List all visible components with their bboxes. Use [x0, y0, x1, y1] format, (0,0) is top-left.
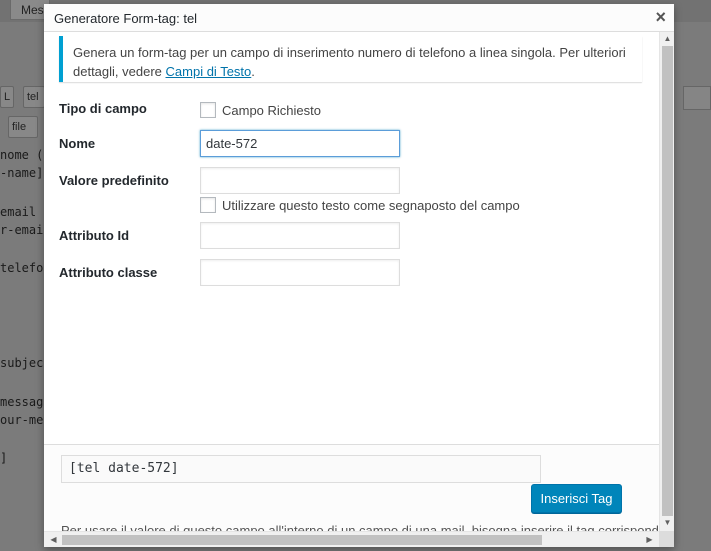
scroll-down-icon[interactable]: ▼: [660, 516, 675, 530]
name-input[interactable]: [200, 130, 400, 157]
close-icon[interactable]: ×: [655, 7, 666, 27]
dialog-title: Generatore Form-tag: tel: [54, 11, 198, 26]
background-code-line: subjec: [0, 356, 44, 370]
info-notice: Genera un form-tag per un campo di inser…: [59, 36, 642, 82]
background-tag-button: tel: [23, 86, 45, 108]
default-value-label: Valore predefinito: [59, 173, 169, 188]
background-code-line: nome (: [0, 148, 44, 162]
dialog-footer: [tel date-572] Inserisci Tag Per usare i…: [44, 444, 659, 531]
footer-help-text: Per usare il valore di questo campo all'…: [61, 523, 659, 531]
text-fields-link[interactable]: Campi di Testo: [166, 64, 252, 79]
notice-suffix: .: [251, 64, 255, 79]
field-type-label: Tipo di campo: [59, 101, 147, 116]
scroll-up-icon[interactable]: ▲: [660, 32, 675, 46]
scroll-right-icon[interactable]: ▶: [642, 533, 657, 547]
background-code-line: ]: [0, 451, 8, 465]
tag-generator-dialog: Generatore Form-tag: tel × Genera un for…: [44, 4, 674, 547]
horizontal-scroll-thumb[interactable]: [62, 535, 542, 545]
placeholder-checkbox[interactable]: [200, 197, 216, 213]
dialog-content: Genera un form-tag per un campo di inser…: [44, 32, 659, 444]
vertical-scroll-thumb[interactable]: [662, 46, 673, 516]
default-value-input[interactable]: [200, 167, 400, 194]
background-code-line: -name]: [0, 166, 44, 180]
tag-output-field[interactable]: [tel date-572]: [61, 455, 541, 483]
vertical-scrollbar[interactable]: ▲ ▼: [659, 32, 674, 531]
class-attribute-label: Attributo classe: [59, 265, 158, 280]
background-tag-button: L: [0, 86, 14, 108]
id-attribute-input[interactable]: [200, 222, 400, 249]
id-attribute-label: Attributo Id: [59, 228, 130, 243]
background-code-line: email: [0, 205, 37, 219]
insert-tag-button[interactable]: Inserisci Tag: [531, 484, 622, 513]
background-tag-button: file: [8, 116, 38, 138]
horizontal-scrollbar[interactable]: ◀ ▶: [44, 531, 659, 547]
background-code-line: telefo: [0, 261, 44, 275]
class-attribute-input[interactable]: [200, 259, 400, 286]
name-label: Nome: [59, 136, 96, 151]
required-checkbox[interactable]: [200, 102, 216, 118]
scrollbar-corner: [659, 531, 674, 547]
background-code-line: messag: [0, 395, 44, 409]
background-code-line: our-me: [0, 413, 44, 427]
required-checkbox-label[interactable]: Campo Richiesto: [222, 103, 321, 118]
background-button-edge: [683, 86, 711, 110]
scroll-left-icon[interactable]: ◀: [46, 533, 61, 547]
background-code-line: r-emai: [0, 223, 44, 237]
placeholder-checkbox-label[interactable]: Utilizzare questo testo come segnaposto …: [222, 198, 520, 213]
notice-text: Genera un form-tag per un campo di inser…: [73, 45, 626, 79]
dialog-title-bar: Generatore Form-tag: tel ×: [44, 4, 674, 32]
